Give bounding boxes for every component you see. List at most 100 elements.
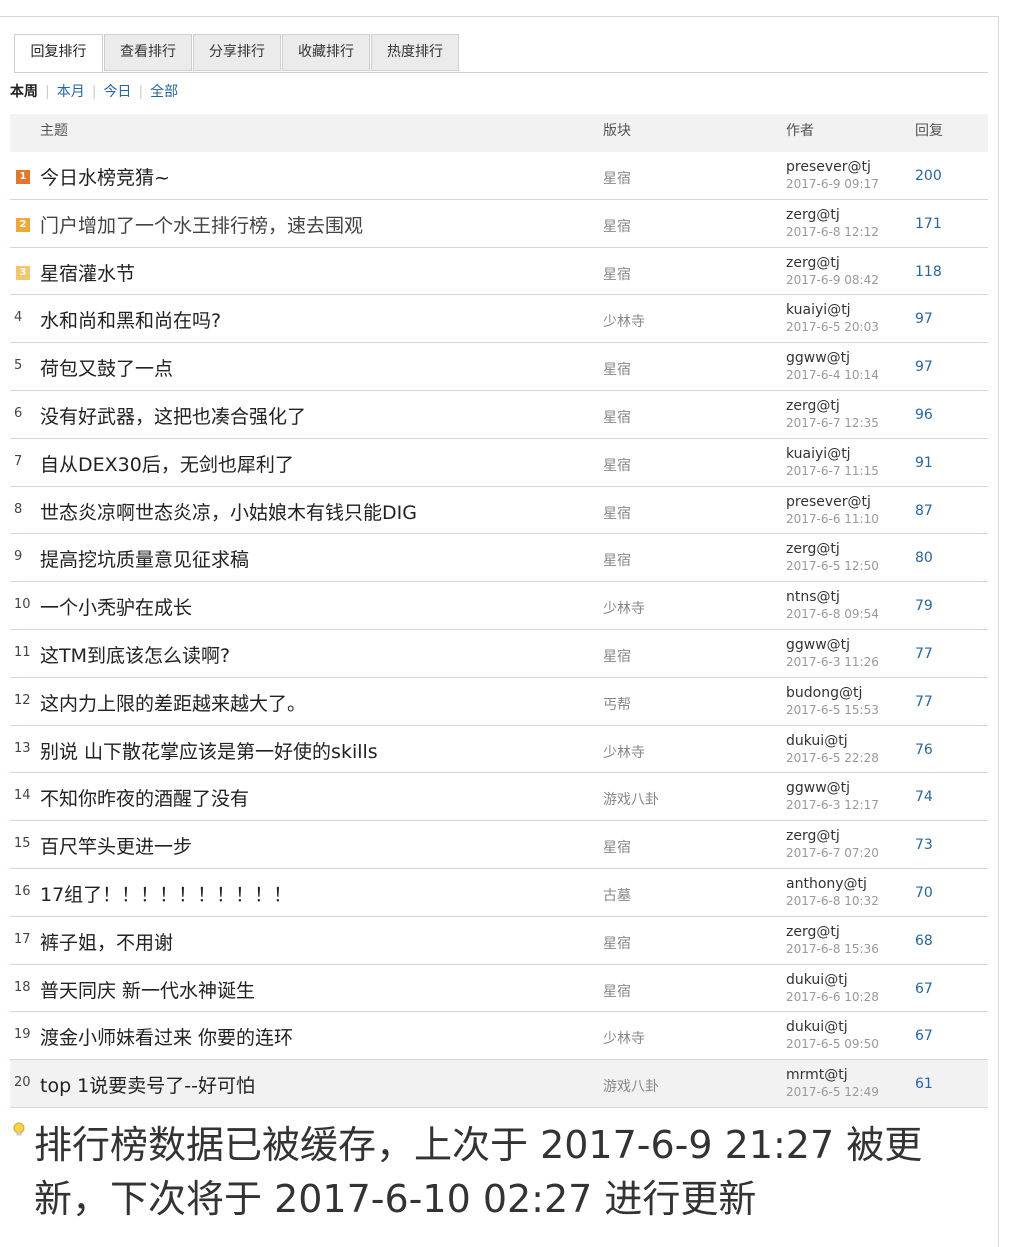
rank-number: 20 [14, 1075, 31, 1091]
author-link[interactable]: presever@tj [786, 494, 871, 510]
thread-title-link[interactable]: 百尺竿头更进一步 [40, 832, 192, 859]
thread-title-link[interactable]: 这内力上限的差距越来越大了。 [40, 689, 306, 716]
reply-count-link[interactable]: 79 [915, 598, 933, 614]
filter-this-month[interactable]: 本月 [57, 82, 85, 102]
author-link[interactable]: dukui@tj [786, 972, 848, 988]
author-link[interactable]: zerg@tj [786, 541, 840, 557]
rank-number: 8 [14, 501, 23, 517]
forum-link[interactable]: 星宿 [603, 837, 631, 857]
reply-count-link[interactable]: 61 [915, 1076, 933, 1092]
author-link[interactable]: anthony@tj [786, 876, 867, 892]
forum-link[interactable]: 游戏八卦 [603, 1076, 659, 1096]
table-row: 19 渡金小师妹看过来 你要的连环 少林寺 dukui@tj 2017-6-5 09:5… [10, 1012, 988, 1061]
reply-count-link[interactable]: 77 [915, 646, 933, 662]
thread-title-link[interactable]: 别说 山下散花掌应该是第一好使的skills [40, 737, 378, 764]
thread-title-link[interactable]: 荷包又鼓了一点 [40, 354, 173, 381]
reply-count-link[interactable]: 97 [915, 359, 933, 375]
thread-title-link[interactable]: 普天同庆 新一代水神诞生 [40, 976, 255, 1003]
post-time: 2017-6-3 11:26 [786, 654, 879, 669]
reply-count-link[interactable]: 80 [915, 550, 933, 566]
post-time: 2017-6-6 11:10 [786, 511, 879, 526]
forum-link[interactable]: 星宿 [603, 216, 631, 236]
forum-link[interactable]: 星宿 [603, 646, 631, 666]
thread-title-link[interactable]: 没有好武器，这把也凑合强化了 [40, 402, 306, 429]
thread-title-link[interactable]: 渡金小师妹看过来 你要的连环 [40, 1023, 293, 1050]
forum-link[interactable]: 星宿 [603, 981, 631, 1001]
filter-all[interactable]: 全部 [150, 82, 178, 102]
author-link[interactable]: ntns@tj [786, 589, 840, 605]
reply-count-link[interactable]: 67 [915, 1028, 933, 1044]
author-link[interactable]: kuaiyi@tj [786, 446, 851, 462]
author-link[interactable]: ggww@tj [786, 637, 850, 653]
thread-title-link[interactable]: 自从DEX30后，无剑也犀利了 [40, 450, 294, 477]
author-link[interactable]: dukui@tj [786, 1019, 848, 1035]
forum-link[interactable]: 星宿 [603, 264, 631, 284]
thread-title-link[interactable]: 今日水榜竞猜~ [40, 163, 170, 190]
forum-link[interactable]: 少林寺 [603, 1028, 645, 1048]
filter-today[interactable]: 今日 [103, 82, 131, 102]
forum-link[interactable]: 少林寺 [603, 311, 645, 331]
reply-count-link[interactable]: 171 [915, 216, 942, 232]
reply-count-link[interactable]: 97 [915, 311, 933, 327]
author-link[interactable]: zerg@tj [786, 207, 840, 223]
author-link[interactable]: zerg@tj [786, 924, 840, 940]
tab-share-ranking[interactable]: 分享排行 [193, 34, 281, 71]
rank-number: 10 [14, 597, 31, 613]
forum-link[interactable]: 星宿 [603, 503, 631, 523]
author-link[interactable]: zerg@tj [786, 255, 840, 271]
rank-badge: 3 [16, 265, 30, 280]
reply-count-link[interactable]: 74 [915, 789, 933, 805]
table-row: 13 别说 山下散花掌应该是第一好使的skills 少林寺 dukui@tj 2017-… [10, 726, 988, 774]
post-time: 2017-6-6 10:28 [786, 989, 879, 1004]
author-link[interactable]: zerg@tj [786, 828, 840, 844]
thread-title-link[interactable]: 裤子姐，不用谢 [40, 928, 173, 955]
author-link[interactable]: dukui@tj [786, 733, 848, 749]
author-link[interactable]: mrmt@tj [786, 1067, 848, 1083]
thread-title-link[interactable]: 门户增加了一个水王排行榜，速去围观 [40, 211, 363, 238]
thread-title-link[interactable]: 这TM到底该怎么读啊? [40, 641, 230, 668]
thread-title-link[interactable]: 一个小秃驴在成长 [40, 593, 192, 620]
reply-count-link[interactable]: 77 [915, 694, 933, 710]
author-link[interactable]: kuaiyi@tj [786, 302, 851, 318]
author-link[interactable]: ggww@tj [786, 350, 850, 366]
reply-count-link[interactable]: 91 [915, 455, 933, 471]
author-link[interactable]: zerg@tj [786, 398, 840, 414]
table-row: 20 top 1说要卖号了--好可怕 游戏八卦 mrmt@tj 2017-6-5 12:… [10, 1060, 988, 1108]
author-link[interactable]: presever@tj [786, 159, 871, 175]
thread-title-link[interactable]: 不知你昨夜的酒醒了没有 [40, 784, 249, 811]
forum-link[interactable]: 游戏八卦 [603, 789, 659, 809]
reply-count-link[interactable]: 68 [915, 933, 933, 949]
author-link[interactable]: budong@tj [786, 685, 862, 701]
reply-count-link[interactable]: 76 [915, 742, 933, 758]
reply-count-link[interactable]: 200 [915, 168, 942, 184]
reply-count-link[interactable]: 96 [915, 407, 933, 423]
forum-link[interactable]: 古墓 [603, 885, 631, 905]
tab-heat-ranking[interactable]: 热度排行 [371, 34, 459, 71]
author-link[interactable]: ggww@tj [786, 780, 850, 796]
forum-link[interactable]: 少林寺 [603, 598, 645, 618]
reply-count-link[interactable]: 73 [915, 837, 933, 853]
tab-view-ranking[interactable]: 查看排行 [104, 34, 192, 71]
thread-title-link[interactable]: 17组了！！！！！！！！！！ [40, 880, 292, 907]
table-row: 2 门户增加了一个水王排行榜，速去围观 星宿 zerg@tj 2017-6-8 12:1… [10, 200, 988, 248]
forum-link[interactable]: 星宿 [603, 550, 631, 570]
forum-link[interactable]: 星宿 [603, 359, 631, 379]
forum-link[interactable]: 星宿 [603, 455, 631, 475]
reply-count-link[interactable]: 70 [915, 885, 933, 901]
tab-reply-ranking[interactable]: 回复排行 [14, 34, 103, 72]
thread-title-link[interactable]: 提高挖坑质量意见征求稿 [40, 545, 249, 572]
thread-title-link[interactable]: 世态炎凉啊世态炎凉，小姑娘木有钱只能DIG [40, 498, 417, 525]
thread-title-link[interactable]: 水和尚和黑和尚在吗? [40, 306, 221, 333]
reply-count-link[interactable]: 118 [915, 264, 942, 280]
reply-count-link[interactable]: 67 [915, 981, 933, 997]
forum-link[interactable]: 丐帮 [603, 694, 631, 714]
table-row: 9 提高挖坑质量意见征求稿 星宿 zerg@tj 2017-6-5 12:50 80 [10, 534, 988, 583]
forum-link[interactable]: 星宿 [603, 407, 631, 427]
forum-link[interactable]: 星宿 [603, 168, 631, 188]
forum-link[interactable]: 星宿 [603, 933, 631, 953]
reply-count-link[interactable]: 87 [915, 503, 933, 519]
tab-favorite-ranking[interactable]: 收藏排行 [282, 34, 370, 71]
thread-title-link[interactable]: top 1说要卖号了--好可怕 [40, 1071, 255, 1098]
thread-title-link[interactable]: 星宿灌水节 [40, 259, 135, 286]
forum-link[interactable]: 少林寺 [603, 742, 645, 762]
